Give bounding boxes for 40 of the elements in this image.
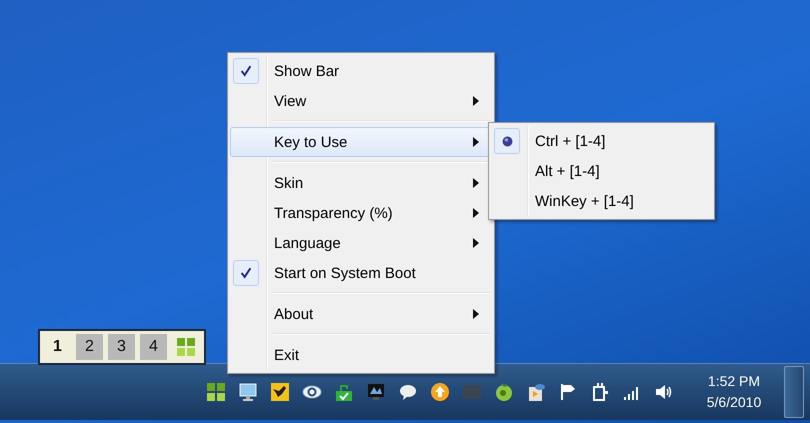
menu-item-label: Show Bar xyxy=(274,62,340,80)
plug-icon[interactable] xyxy=(590,382,610,402)
submenu-item-label: Ctrl + [1-4] xyxy=(535,132,606,150)
bird-icon[interactable] xyxy=(270,382,290,402)
menu-item-label: Start on System Boot xyxy=(274,264,417,282)
lock-icon[interactable] xyxy=(334,382,354,402)
speech-bubble-icon[interactable] xyxy=(398,382,418,402)
menu-item[interactable]: About xyxy=(230,299,492,329)
speaker-icon[interactable] xyxy=(654,382,674,402)
submenu-item-label: Alt + [1-4] xyxy=(535,162,601,180)
grid-icon[interactable] xyxy=(206,382,226,402)
desktop-number-button[interactable]: 3 xyxy=(108,334,135,360)
flag-icon[interactable] xyxy=(558,382,578,402)
show-desktop-button[interactable] xyxy=(784,366,804,418)
submenu-item[interactable]: Alt + [1-4] xyxy=(491,156,712,186)
menu-item-label: Key to Use xyxy=(274,134,348,150)
submenu-item-label: WinKey + [1-4] xyxy=(535,192,635,210)
submenu-item[interactable]: Ctrl + [1-4] xyxy=(491,126,712,156)
desktop-number-button[interactable]: 2 xyxy=(76,334,103,360)
menu-item-label: Transparency (%) xyxy=(274,204,394,222)
desktop-number-button[interactable]: 4 xyxy=(140,334,167,360)
monitor-icon[interactable] xyxy=(366,382,386,402)
menu-item-label: Language xyxy=(274,234,342,252)
menu-item[interactable]: Show Bar xyxy=(230,56,492,86)
menu-item-label: About xyxy=(274,306,314,322)
menu-item-label: Exit xyxy=(274,346,300,364)
menu-item[interactable]: View xyxy=(230,86,492,116)
menu-item-label: Skin xyxy=(274,174,304,192)
monitor-icon[interactable] xyxy=(238,382,258,402)
menu-item[interactable]: Transparency (%) xyxy=(230,198,492,228)
submenu-item[interactable]: WinKey + [1-4] xyxy=(491,186,712,216)
clock-date: 5/6/2010 xyxy=(706,393,762,412)
menu-item[interactable]: Language xyxy=(230,228,492,258)
menu-item-label: View xyxy=(274,92,308,110)
desktop-number-button[interactable]: 1 xyxy=(44,334,71,360)
menu-item[interactable]: Start on System Boot xyxy=(230,258,492,288)
document-icon[interactable] xyxy=(526,382,546,402)
clock-time: 1:52 PM xyxy=(708,372,760,391)
menu-item[interactable]: Skin xyxy=(230,168,492,198)
menu-item[interactable]: Exit xyxy=(230,340,492,370)
